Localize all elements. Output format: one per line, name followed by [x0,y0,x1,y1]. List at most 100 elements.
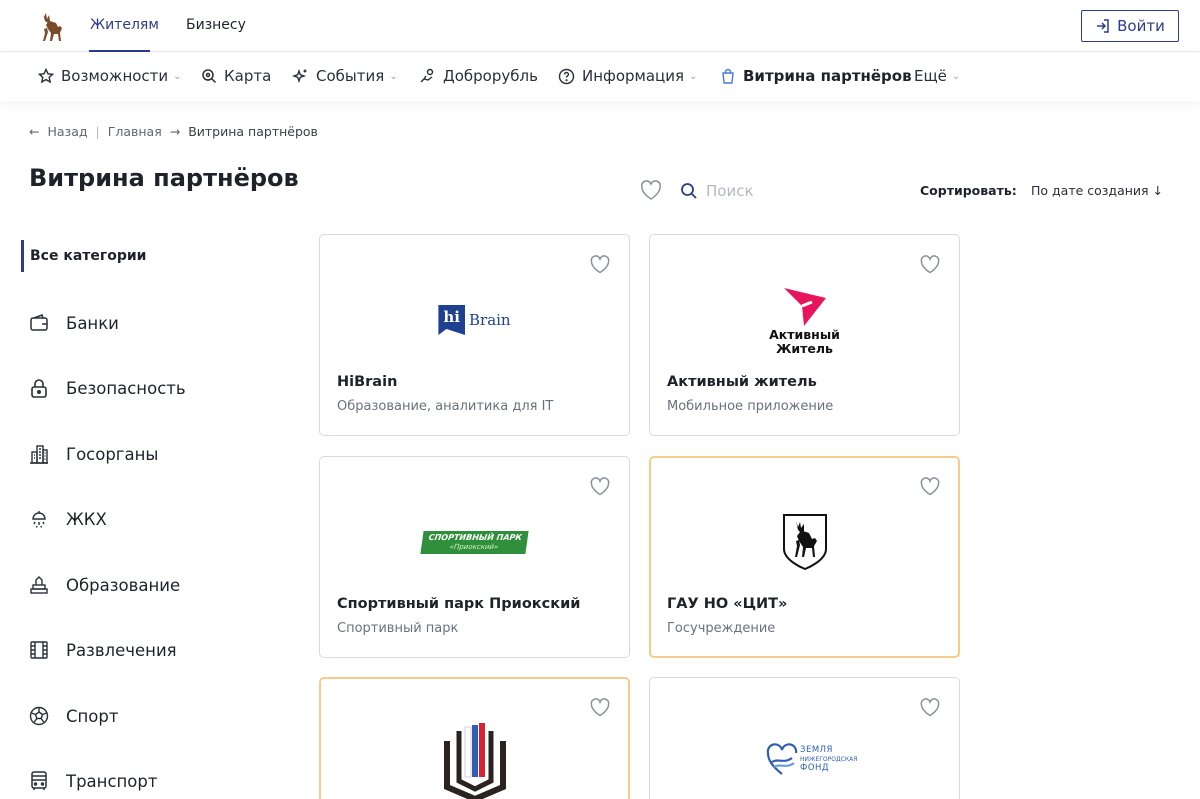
partner-category: Спортивный парк [337,621,459,636]
nav-item-map[interactable]: Карта [201,67,271,85]
breadcrumb: ← Назад | Главная → Витрина партнёров [29,124,318,139]
wallet-icon [28,312,50,334]
partner-card-hibrain[interactable]: hi Brain HiBrain Образование, аналитика … [319,234,630,436]
sort-label: Сортировать: [920,183,1017,198]
hibrain-logo-hi: hi [438,305,465,335]
breadcrumb-home[interactable]: Главная [108,124,162,139]
category-label: Развлечения [66,640,177,660]
back-arrow-icon[interactable]: ← [29,124,39,139]
category-transport[interactable]: Транспорт [28,770,158,792]
partner-card-gau-cit[interactable]: ГАУ НО «ЦИТ» Госучреждение [649,456,960,658]
partner-logo [651,492,958,592]
partner-title: HiBrain [337,374,398,390]
partner-category: Мобильное приложение [667,399,834,414]
logo-text-line1: СПОРТИВНЫЙ ПАРК [427,532,523,542]
nav-item-partners[interactable]: Витрина партнёров [720,67,912,85]
breadcrumb-arrow-icon: → [169,124,181,139]
breadcrumb-divider: | [95,124,100,139]
partner-logo: ЗЕМЛЯ НИЖЕГОРОДСКАЯ ФОНД [766,742,857,778]
arrow-down-icon: ↓ [1152,183,1164,198]
sort-select[interactable]: По дате создания ↓ [1031,183,1163,198]
category-education[interactable]: Образование [28,574,180,596]
category-entertainment[interactable]: Развлечения [28,639,177,661]
breadcrumb-current: Витрина партнёров [188,124,318,139]
category-sport[interactable]: Спорт [28,705,119,727]
login-icon [1097,19,1109,33]
category-label: ЖКХ [66,509,107,529]
partner-card-sport-park[interactable]: СПОРТИВНЫЙ ПАРК «Приокский» Спортивный п… [319,456,630,658]
map-search-icon [202,69,217,84]
active-tab-indicator [89,50,150,52]
partner-title: Спортивный парк Приокский [337,596,581,612]
shower-icon [28,508,50,530]
nav-label: Витрина партнёров [743,67,912,85]
partner-title: ГАУ НО «ЦИТ» [667,596,788,612]
top-bar: Жителям Бизнесу Войти [0,0,1200,52]
tab-business[interactable]: Бизнесу [186,17,246,33]
nizhny-deer-coat-of-arms-icon [782,514,827,571]
sparkle-icon [292,68,307,83]
chevron-down-icon: ⌄ [389,70,398,82]
logo-text-line3: ФОНД [800,762,830,773]
search-input[interactable] [706,182,866,200]
chevron-down-icon: ⌄ [951,70,961,82]
category-label: Образование [66,575,181,595]
open-book-flag-logo [444,723,506,799]
breadcrumb-back[interactable]: Назад [47,124,87,139]
partner-card-active-citizen[interactable]: Активный Житель Активный житель Мобильно… [649,234,960,436]
login-button[interactable]: Войти [1081,10,1179,42]
nav-item-dobrorubl[interactable]: Доброрубль [419,67,538,85]
hand-coin-icon [420,68,434,82]
nav-label: Ещё [914,67,947,85]
chevron-down-icon: ⌄ [689,70,698,82]
star-icon [38,68,54,84]
login-label: Войти [1117,17,1165,35]
category-label: Банки [66,313,119,333]
logo-text-line1: Активный [769,327,840,342]
partner-title: Активный житель [667,374,817,390]
category-security[interactable]: Безопасность [28,377,186,399]
logo-text-line2: Житель [776,341,833,356]
partner-logo: СПОРТИВНЫЙ ПАРК «Приокский» [320,492,629,592]
sort-value: По дате создания [1031,183,1149,198]
category-all[interactable]: Все категории [21,240,146,272]
heart-wave-logo [766,743,798,775]
partner-logo: Активный Житель [650,270,959,370]
lock-icon [28,377,50,399]
main-nav: Возможности ⌄ Карта События ⌄ Доброрубль… [0,53,1200,101]
nav-item-more[interactable]: Ещё ⌄ [914,67,960,85]
category-label: Спорт [66,706,119,726]
favorite-heart-icon[interactable] [589,697,611,717]
nav-item-events[interactable]: События ⌄ [292,67,398,85]
active-citizen-arrow-logo [783,288,826,326]
partner-category: Госучреждение [667,621,776,636]
category-housing[interactable]: ЖКХ [28,508,107,530]
favorite-heart-icon[interactable] [919,697,941,717]
chevron-down-icon: ⌄ [173,70,182,82]
nav-label: Карта [224,67,272,85]
tab-residents[interactable]: Жителям [90,17,159,33]
nav-item-features[interactable]: Возможности ⌄ [38,67,182,85]
film-icon [28,639,50,661]
category-label: Транспорт [66,771,158,791]
category-label: Безопасность [66,378,186,398]
hibrain-logo-brain: Brain [469,311,511,329]
nav-label: Информация [582,67,685,85]
partner-card-nizhny-fund[interactable]: ЗЕМЛЯ НИЖЕГОРОДСКАЯ ФОНД [649,677,960,799]
building-icon [28,443,50,465]
partner-category: Образование, аналитика для IT [337,399,554,414]
nav-item-information[interactable]: Информация ⌄ [558,67,697,85]
partner-logo: hi Brain [320,270,629,370]
page-title: Витрина партнёров [29,164,299,192]
category-government[interactable]: Госорганы [28,443,158,465]
category-label: Госорганы [66,444,159,464]
logo-text-line2: «Приокский» [448,542,499,551]
category-banks[interactable]: Банки [28,312,119,334]
partner-card-education-org[interactable] [319,677,630,799]
favorites-filter-heart-icon[interactable] [639,179,663,201]
city-deer-logo[interactable] [36,9,66,43]
nav-label: Доброрубль [443,67,538,85]
shopping-bag-icon [722,68,734,84]
question-circle-icon [558,68,575,84]
bus-icon [28,770,50,792]
